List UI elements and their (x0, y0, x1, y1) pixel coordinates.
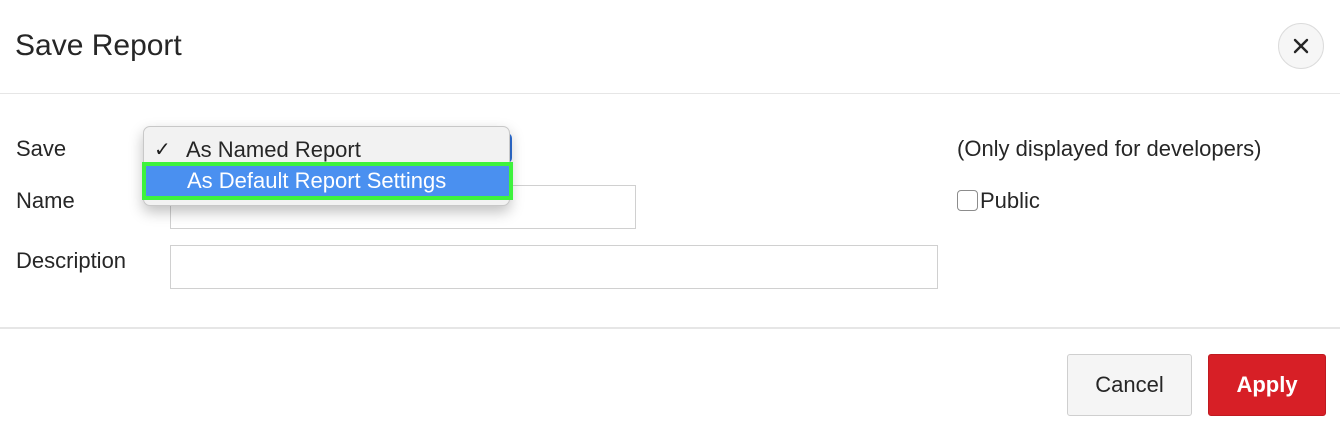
description-input[interactable] (170, 245, 938, 289)
dialog-footer: Cancel Apply (0, 327, 1340, 426)
option-label: As Default Report Settings (187, 168, 447, 193)
public-label[interactable]: Public (980, 188, 1040, 214)
close-icon (1292, 37, 1310, 55)
save-report-dialog: Save Report Save Name Description ✓ As N… (0, 0, 1340, 426)
developer-note: (Only displayed for developers) (957, 136, 1262, 161)
description-label: Description (16, 248, 127, 273)
dialog-title: Save Report (15, 29, 182, 62)
save-label: Save (16, 136, 67, 161)
dialog-header: Save Report (0, 0, 1340, 94)
option-label: As Named Report (186, 137, 361, 162)
dropdown-option-default-report-settings[interactable]: As Default Report Settings (142, 162, 513, 200)
checkmark-icon: ✓ (154, 139, 171, 161)
apply-button[interactable]: Apply (1208, 354, 1326, 416)
dropdown-option-named-report[interactable]: ✓ As Named Report (144, 134, 509, 166)
public-checkbox[interactable] (957, 190, 978, 211)
close-button[interactable] (1278, 23, 1324, 69)
cancel-button[interactable]: Cancel (1067, 354, 1192, 416)
save-dropdown-menu: ✓ As Named Report As Default Report Sett… (142, 126, 513, 206)
name-label: Name (16, 188, 75, 213)
dialog-body: Save Name Description ✓ As Named Report … (0, 95, 1340, 327)
